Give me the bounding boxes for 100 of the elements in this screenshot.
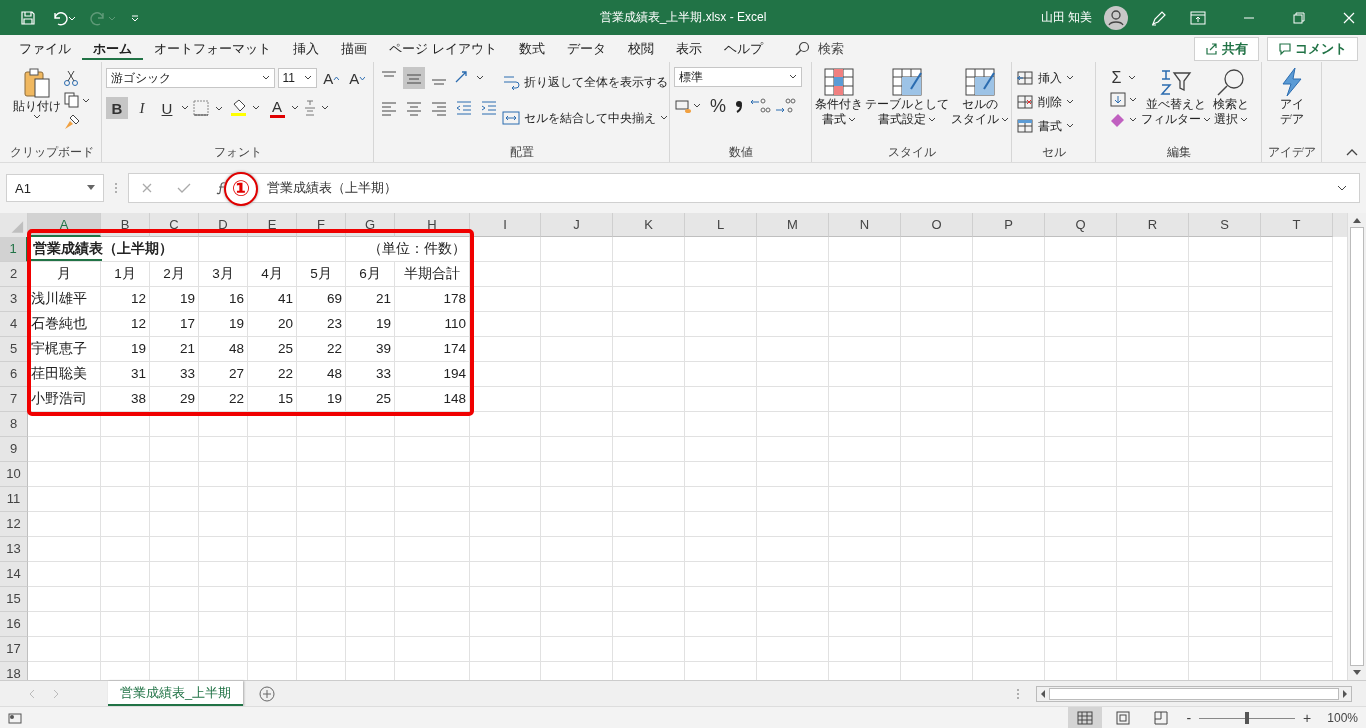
close-icon[interactable] — [1342, 10, 1356, 25]
row-header[interactable]: 18 — [0, 662, 28, 680]
column-header[interactable]: K — [613, 213, 685, 237]
caret-icon[interactable] — [1066, 123, 1074, 129]
percent-button[interactable]: % — [707, 95, 729, 117]
style-button[interactable]: セルの スタイル — [950, 67, 1009, 127]
scissors-icon[interactable] — [62, 69, 79, 87]
paste-button[interactable]: 貼り付け — [12, 67, 61, 120]
font-color-button[interactable]: A — [266, 97, 288, 119]
ribbon-tab[interactable]: 描画 — [330, 37, 378, 60]
merge-center-button[interactable]: セルを結合して中央揃え — [502, 107, 668, 129]
font-style-button[interactable]: B — [106, 97, 128, 119]
scroll-left-icon[interactable] — [1039, 688, 1047, 699]
row-header[interactable]: 11 — [0, 487, 28, 512]
ideas-button[interactable]: アイ デア — [1278, 67, 1305, 127]
caret-icon[interactable] — [1202, 116, 1211, 123]
shrink-font-button[interactable]: A — [346, 67, 369, 89]
font-name-dropdown[interactable]: 游ゴシック — [106, 68, 275, 88]
caret-icon[interactable] — [927, 116, 936, 123]
font-style-button[interactable]: U — [156, 97, 178, 119]
column-header[interactable]: O — [901, 213, 973, 237]
column-header[interactable]: L — [685, 213, 757, 237]
collapse-ribbon-icon[interactable] — [1346, 148, 1358, 156]
row-header[interactable]: 12 — [0, 512, 28, 537]
normal-view-button[interactable] — [1068, 707, 1103, 728]
caret-icon[interactable] — [660, 115, 668, 121]
ribbon-display-icon[interactable] — [1190, 10, 1206, 25]
ribbon-tab[interactable]: ホーム — [82, 37, 143, 60]
number-format-dropdown[interactable]: 標準 — [674, 67, 802, 87]
ribbon-tab[interactable]: オートフォーマット — [143, 37, 282, 60]
column-header[interactable]: H — [395, 213, 470, 237]
row-header[interactable]: 15 — [0, 587, 28, 612]
autosum-button[interactable]: Σ — [1108, 67, 1125, 89]
column-header[interactable]: C — [150, 213, 199, 237]
ribbon-tab[interactable]: ファイル — [8, 37, 82, 60]
ribbon-tab[interactable]: 数式 — [507, 37, 556, 60]
column-header[interactable]: F — [297, 213, 346, 237]
row-header[interactable]: 2 — [0, 262, 28, 287]
ribbon-tab[interactable]: データ — [555, 37, 617, 60]
search-field[interactable]: 検索 — [793, 39, 844, 58]
save-icon[interactable] — [20, 9, 36, 26]
wrap-text-button[interactable]: 折り返して全体を表示する — [502, 71, 668, 93]
add-sheet-icon[interactable] — [259, 685, 276, 702]
ribbon-tab[interactable]: 挿入 — [282, 37, 330, 60]
ribbon-tab[interactable]: ページ レイアウト — [378, 37, 508, 60]
column-header[interactable]: T — [1261, 213, 1333, 237]
row-header[interactable]: 3 — [0, 287, 28, 312]
editing-button[interactable]: 並べ替えと フィルター — [1140, 67, 1211, 127]
column-header[interactable]: S — [1189, 213, 1261, 237]
grow-font-button[interactable]: A — [320, 67, 344, 89]
style-button[interactable]: 条件付き 書式 — [814, 67, 863, 127]
format-painter-icon[interactable] — [62, 113, 81, 131]
row-header[interactable]: 16 — [0, 612, 28, 637]
row-header[interactable]: 4 — [0, 312, 28, 337]
avatar-icon[interactable] — [1104, 5, 1128, 30]
row-header[interactable]: 1 — [0, 237, 28, 262]
row-header[interactable]: 10 — [0, 462, 28, 487]
caret-icon[interactable] — [847, 116, 856, 123]
caret-icon[interactable] — [32, 114, 41, 120]
cells-button[interactable]: 挿入 — [1016, 67, 1091, 89]
editing-button[interactable]: 検索と 選択 — [1212, 67, 1249, 127]
caret-icon[interactable] — [1066, 75, 1074, 81]
zoom-slider-thumb[interactable] — [1245, 712, 1250, 724]
cells-button[interactable]: 削除 — [1016, 91, 1091, 113]
row-header[interactable]: 14 — [0, 562, 28, 587]
column-header[interactable]: R — [1117, 213, 1189, 237]
caret-icon[interactable] — [1000, 116, 1009, 123]
caret-icon[interactable] — [304, 75, 313, 81]
font-size-dropdown[interactable]: 11 — [277, 68, 318, 88]
column-header[interactable]: J — [541, 213, 613, 237]
row-header[interactable]: 5 — [0, 337, 28, 362]
horizontal-scrollbar[interactable] — [1036, 685, 1352, 702]
vertical-scrollbar[interactable] — [1347, 213, 1366, 680]
caret-icon[interactable] — [1066, 99, 1074, 105]
scroll-up-icon[interactable] — [1352, 216, 1362, 224]
row-header[interactable]: 9 — [0, 437, 28, 462]
font-style-button[interactable]: I — [131, 97, 153, 119]
caret-icon[interactable] — [291, 105, 299, 111]
column-header[interactable]: D — [199, 213, 248, 237]
scroll-down-icon[interactable] — [1352, 669, 1362, 677]
row-header[interactable]: 17 — [0, 637, 28, 662]
style-button[interactable]: テーブルとして 書式設定 — [864, 67, 949, 127]
comment-button[interactable]: コメント — [1267, 36, 1358, 61]
column-header[interactable]: I — [470, 213, 541, 237]
caret-icon[interactable] — [1127, 75, 1136, 81]
caret-icon[interactable] — [181, 105, 189, 111]
column-header[interactable]: N — [829, 213, 901, 237]
row-header[interactable]: 13 — [0, 537, 28, 562]
macro-recording-icon[interactable] — [8, 711, 22, 725]
column-header[interactable]: M — [757, 213, 829, 237]
column-header[interactable]: B — [101, 213, 150, 237]
caret-icon[interactable] — [261, 75, 270, 81]
ribbon-tab[interactable]: 表示 — [664, 37, 713, 60]
column-header[interactable]: Q — [1045, 213, 1117, 237]
restore-icon[interactable] — [1292, 10, 1306, 25]
name-box[interactable]: A1 — [6, 174, 104, 202]
fill-icon[interactable] — [1108, 91, 1139, 109]
expand-icon[interactable] — [1337, 185, 1347, 191]
copy-icon[interactable] — [62, 91, 91, 109]
zoom-in-button[interactable]: + — [1299, 710, 1316, 726]
